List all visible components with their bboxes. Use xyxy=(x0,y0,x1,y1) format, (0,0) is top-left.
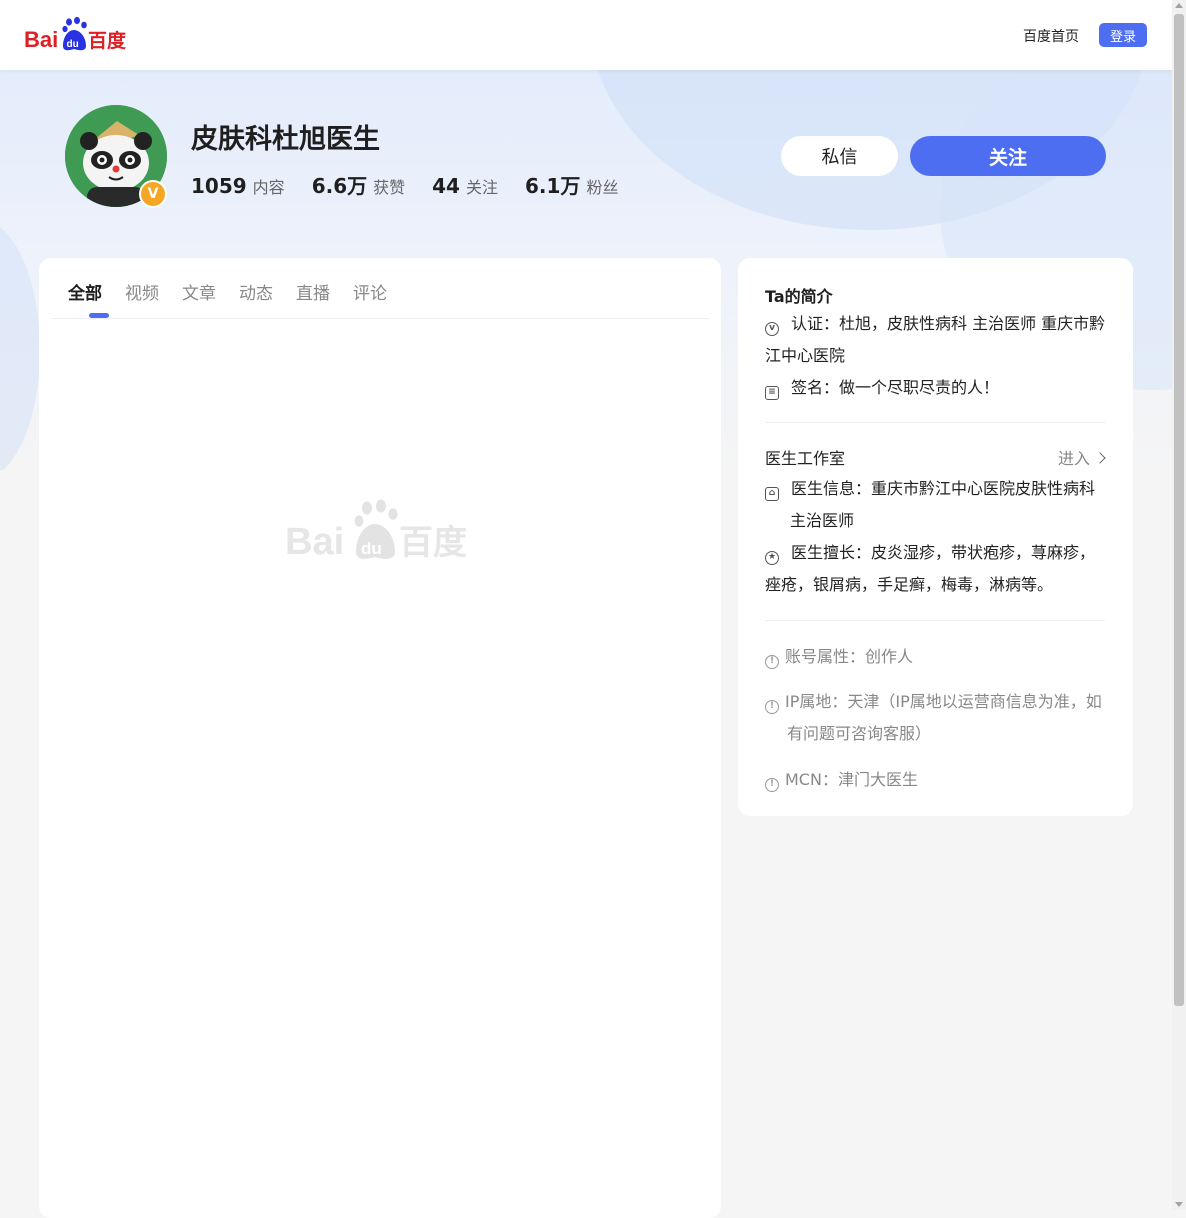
certification-row: v 认证：杜旭，皮肤性病科 主治医师 重庆市黔江中心医院 xyxy=(765,308,1107,372)
star-circle-icon: ★ xyxy=(765,551,779,565)
stat-number: 44 xyxy=(432,174,460,198)
signature-text: 签名：做一个尽职尽责的人！ xyxy=(791,378,1000,397)
profile-intro-card: Ta的简介 v 认证：杜旭，皮肤性病科 主治医师 重庆市黔江中心医院 ≡ 签名：做一… xyxy=(738,258,1133,816)
scrollbar-thumb[interactable] xyxy=(1174,14,1184,1006)
content-tabs: 全部 视频 文章 动态 直播 评论 xyxy=(52,258,709,319)
content-feed-card: 全部 视频 文章 动态 直播 评论 Bai du 百度 xyxy=(39,258,721,1218)
svg-text:百度: 百度 xyxy=(88,29,127,52)
profile-name: 皮肤科杜旭医生 xyxy=(191,124,380,155)
info-icon: ! xyxy=(765,700,779,714)
tab-all[interactable]: 全部 xyxy=(68,279,102,304)
scroll-up-arrow-icon[interactable] xyxy=(1175,3,1183,8)
mcn-row: ! MCN：津门大医生 xyxy=(765,764,1107,796)
tab-comment[interactable]: 评论 xyxy=(353,279,387,304)
svg-text:Bai: Bai xyxy=(285,521,344,563)
doctor-studio-title: 医生工作室 xyxy=(765,449,846,468)
message-button[interactable]: 私信 xyxy=(781,136,898,176)
doctor-badge-icon: ⌂ xyxy=(765,487,779,501)
baidu-home-link[interactable]: 百度首页 xyxy=(1023,26,1079,46)
stat-label: 关注 xyxy=(465,178,498,197)
stat-content[interactable]: 1059 内容 xyxy=(191,174,285,198)
page-scrollbar[interactable] xyxy=(1172,0,1186,1210)
verified-badge: V xyxy=(139,180,167,208)
ip-location-text: IP属地：天津（IP属地以运营商信息为准，如有问题可咨询客服） xyxy=(785,692,1102,743)
baidu-watermark-logo: Bai du 百度 xyxy=(285,499,467,563)
stat-following[interactable]: 44 关注 xyxy=(432,174,498,198)
section-divider xyxy=(765,620,1105,621)
mcn-text: MCN：津门大医生 xyxy=(785,770,918,789)
ip-location-row: ! IP属地：天津（IP属地以运营商信息为准，如有问题可咨询客服） xyxy=(765,686,1107,750)
baidu-logo[interactable]: Bai du 百度 xyxy=(22,16,132,54)
specialty-row: ★ 医生擅长：皮炎湿疹，带状疱疹，荨麻疹，痤疮，银屑病，手足癣，梅毒，淋病等。 xyxy=(765,537,1107,601)
svg-text:百度: 百度 xyxy=(399,523,467,563)
svg-text:du: du xyxy=(67,39,79,50)
stat-label: 获赞 xyxy=(373,178,406,197)
specialty-text: 医生擅长：皮炎湿疹，带状疱疹，荨麻疹，痤疮，银屑病，手足癣，梅毒，淋病等。 xyxy=(765,543,1096,594)
stat-label: 内容 xyxy=(252,178,285,197)
scroll-down-arrow-icon[interactable] xyxy=(1175,1202,1183,1207)
document-icon: ≡ xyxy=(765,386,779,400)
info-icon: ! xyxy=(765,655,779,669)
stat-label: 粉丝 xyxy=(586,178,619,197)
account-type-row: ! 账号属性：创作人 xyxy=(765,641,1107,673)
account-type-text: 账号属性：创作人 xyxy=(785,647,914,666)
studio-enter-label: 进入 xyxy=(1058,449,1091,468)
stat-likes[interactable]: 6.6万 获赞 xyxy=(312,170,405,199)
stat-number: 6.6万 xyxy=(311,174,368,198)
stat-number: 1059 xyxy=(191,174,247,198)
tab-video[interactable]: 视频 xyxy=(125,279,159,304)
certification-text: 认证：杜旭，皮肤性病科 主治医师 重庆市黔江中心医院 xyxy=(765,314,1106,365)
verified-circle-icon: v xyxy=(765,322,779,336)
active-tab-indicator xyxy=(89,313,109,318)
doctor-info-row: ⌂ 医生信息：重庆市黔江中心医院皮肤性病科主治医师 xyxy=(765,473,1107,537)
tab-dynamic[interactable]: 动态 xyxy=(239,279,273,304)
signature-row: ≡ 签名：做一个尽职尽责的人！ xyxy=(765,372,1107,404)
tab-article[interactable]: 文章 xyxy=(182,279,216,304)
tab-live[interactable]: 直播 xyxy=(296,279,330,304)
intro-title: Ta的简介 xyxy=(765,287,833,306)
doctor-info-text: 医生信息：重庆市黔江中心医院皮肤性病科主治医师 xyxy=(790,479,1096,530)
studio-enter-link[interactable]: 进入 xyxy=(1058,445,1106,469)
top-header: Bai du 百度 百度首页 登录 xyxy=(0,0,1172,70)
follow-button[interactable]: 关注 xyxy=(910,136,1106,176)
info-icon: ! xyxy=(765,778,779,792)
profile-stats: 1059 内容 6.6万 获赞 44 关注 6.1万 粉丝 xyxy=(191,170,618,199)
section-divider xyxy=(765,422,1105,423)
stat-number: 6.1万 xyxy=(525,174,581,198)
svg-text:du: du xyxy=(361,539,382,558)
login-button[interactable]: 登录 xyxy=(1099,23,1147,47)
stat-fans[interactable]: 6.1万 粉丝 xyxy=(525,170,618,199)
chevron-right-icon xyxy=(1094,452,1106,464)
svg-text:Bai: Bai xyxy=(24,27,58,52)
